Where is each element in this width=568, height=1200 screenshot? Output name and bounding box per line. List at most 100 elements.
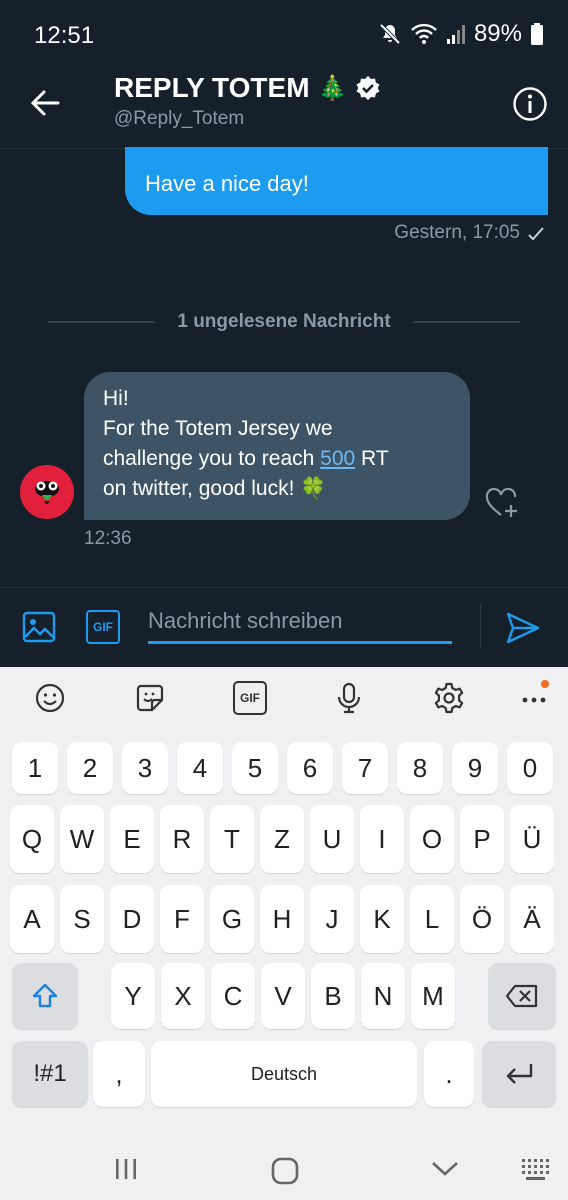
message-composer: GIF Nachricht schreiben [0, 587, 568, 668]
gif-button[interactable]: GIF [86, 610, 120, 644]
period-key[interactable]: . [424, 1041, 474, 1107]
key-q[interactable]: Q [10, 805, 54, 873]
key-c[interactable]: C [211, 963, 255, 1029]
key-ä[interactable]: Ä [510, 885, 554, 953]
key-6-label: 6 [302, 752, 318, 783]
key-1[interactable]: 1 [12, 742, 58, 794]
key-ü[interactable]: Ü [510, 805, 554, 873]
key-l[interactable]: L [410, 885, 454, 953]
key-s[interactable]: S [60, 885, 104, 953]
key-5[interactable]: 5 [232, 742, 278, 794]
navigation-bar [0, 1137, 568, 1200]
keyboard: GIF 1 2 3 4 5 6 7 8 9 0 QWER T Z U I OPÜ A SD FGH J K LÖÄ Y XCV… [0, 667, 568, 1200]
key-a-label: A [23, 903, 41, 934]
conversation-header: REPLY TOTEM 🎄 @Reply_Totem [0, 70, 568, 149]
gif-keyboard-label: GIF [240, 691, 260, 705]
key-m-label: M [422, 980, 444, 1011]
key-4[interactable]: 4 [177, 742, 223, 794]
key-k[interactable]: K [360, 885, 404, 953]
gif-keyboard-button[interactable]: GIF [233, 681, 267, 715]
add-reaction-heart-icon[interactable] [484, 485, 522, 521]
recent-apps-icon[interactable] [112, 1157, 140, 1181]
emoji-icon[interactable] [33, 681, 67, 715]
key-f[interactable]: F [160, 885, 204, 953]
conversation-title[interactable]: REPLY TOTEM 🎄 [114, 72, 381, 104]
key-8[interactable]: 8 [397, 742, 443, 794]
key-h[interactable]: H [260, 885, 304, 953]
key-j[interactable]: J [310, 885, 354, 953]
key-7[interactable]: 7 [342, 742, 388, 794]
settings-gear-icon[interactable] [432, 681, 466, 715]
key-d[interactable]: D [110, 885, 154, 953]
key-ä-label: Ä [523, 903, 541, 934]
image-icon[interactable] [22, 610, 56, 644]
key-x[interactable]: X [161, 963, 205, 1029]
space-key-label: Deutsch [250, 1063, 318, 1084]
key-0[interactable]: 0 [507, 742, 553, 794]
key-5-label: 5 [247, 752, 263, 783]
key-v[interactable]: V [261, 963, 305, 1029]
info-icon[interactable] [512, 86, 548, 122]
link-500[interactable]: 500 [320, 447, 355, 470]
key-x-label: X [174, 980, 192, 1011]
key-w[interactable]: W [60, 805, 104, 873]
enter-key[interactable] [482, 1041, 556, 1107]
key-z[interactable]: Z [260, 805, 304, 873]
incoming-line-3: challenge you to reach 500 RT [103, 444, 452, 474]
key-z-label: Z [274, 823, 290, 854]
sticker-icon[interactable] [133, 681, 167, 715]
comma-key[interactable]: , [93, 1041, 145, 1107]
key-y[interactable]: Y [111, 963, 155, 1029]
key-v-label: V [274, 980, 292, 1011]
microphone-icon[interactable] [332, 681, 366, 715]
key-r-label: R [172, 823, 192, 854]
message-input[interactable]: Nachricht schreiben [148, 604, 452, 644]
key-e[interactable]: E [110, 805, 154, 873]
key-6[interactable]: 6 [287, 742, 333, 794]
divider-line [412, 321, 521, 323]
key-p[interactable]: P [460, 805, 504, 873]
outgoing-message-bubble[interactable]: Have a nice day! [125, 147, 548, 215]
key-b-label: B [324, 980, 342, 1011]
key-y-label: Y [124, 980, 142, 1011]
key-f-label: F [174, 903, 190, 934]
key-g[interactable]: G [210, 885, 254, 953]
key-d-label: D [122, 903, 142, 934]
key-b[interactable]: B [311, 963, 355, 1029]
key-c-label: C [223, 980, 243, 1011]
read-check-icon [528, 227, 544, 241]
key-i[interactable]: I [360, 805, 404, 873]
key-3[interactable]: 3 [122, 742, 168, 794]
key-e-label: E [123, 823, 141, 854]
key-2-label: 2 [82, 752, 98, 783]
keyboard-switch-icon[interactable] [520, 1157, 550, 1183]
keyboard-hide-chevron-icon[interactable] [430, 1159, 460, 1179]
incoming-message-bubble[interactable]: Hi! For the Totem Jersey we challenge yo… [84, 372, 470, 520]
key-h-label: H [272, 903, 292, 934]
key-9[interactable]: 9 [452, 742, 498, 794]
key-r[interactable]: R [160, 805, 204, 873]
unread-divider: 1 ungelesene Nachricht [48, 308, 521, 336]
key-ö[interactable]: Ö [460, 885, 504, 953]
key-a[interactable]: A [10, 885, 54, 953]
signal-icon [446, 25, 465, 44]
avatar[interactable] [20, 465, 74, 519]
incoming-message-time: 12:36 [84, 528, 132, 549]
space-key[interactable]: Deutsch [151, 1041, 417, 1107]
shift-key[interactable] [12, 963, 78, 1029]
key-m[interactable]: M [411, 963, 455, 1029]
key-u[interactable]: U [310, 805, 354, 873]
key-2[interactable]: 2 [67, 742, 113, 794]
home-icon[interactable] [270, 1157, 300, 1185]
back-arrow-icon[interactable] [28, 86, 62, 120]
send-icon[interactable] [505, 610, 541, 646]
backspace-key[interactable] [488, 963, 556, 1029]
key-o[interactable]: O [410, 805, 454, 873]
status-bar: 12:51 89% [0, 0, 568, 70]
key-n[interactable]: N [361, 963, 405, 1029]
outgoing-message-text: Have a nice day! [145, 171, 309, 196]
key-t[interactable]: T [210, 805, 254, 873]
symbols-key[interactable]: !#1 [12, 1041, 88, 1107]
key-3-label: 3 [137, 752, 153, 783]
key-t-label: T [224, 823, 240, 854]
